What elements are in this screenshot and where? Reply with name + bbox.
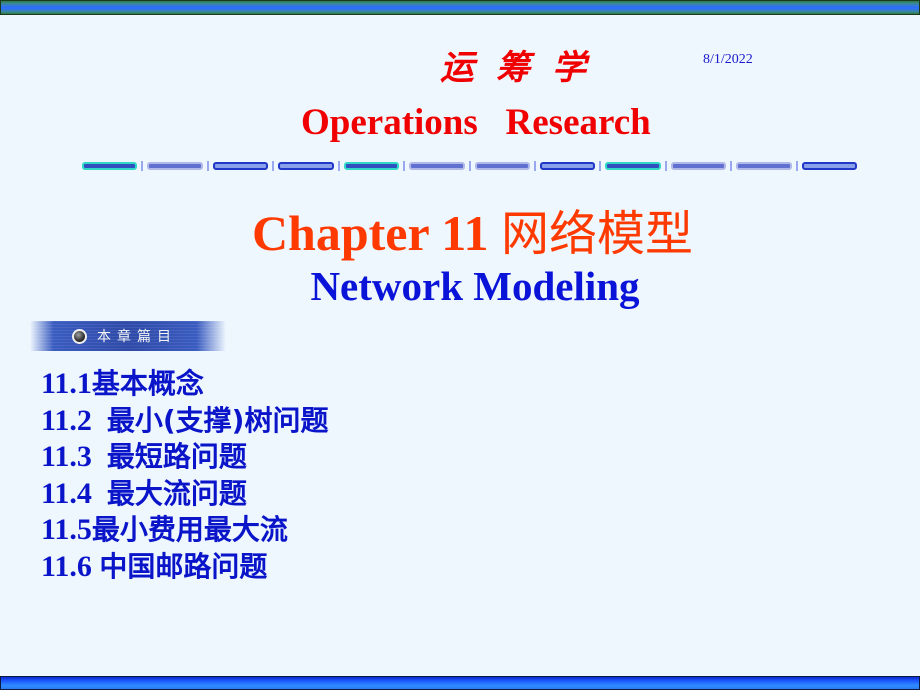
toc-item-text: 最大流问题 [106,476,247,510]
toc-item-text: 最短路问题 [106,440,247,474]
divider-separator [468,161,471,171]
divider-segment [82,162,138,170]
divider-separator [403,161,406,171]
toc-item-text: 中国邮路问题 [99,549,268,583]
decorative-divider [82,161,858,171]
toc-item-number: 11.2 [41,403,92,437]
divider-segment [212,162,269,170]
divider-separator [206,161,209,171]
divider-segment [736,162,792,170]
divider-segment [539,162,596,170]
toc-item[interactable]: 11.1基本概念 [41,366,328,403]
divider-segment [605,162,661,170]
toc-item-number: 11.6 [41,549,92,583]
toc-item-spacer [92,440,107,473]
chapter-title-cn: 网络模型 [501,206,694,262]
toc-item[interactable]: 11.5最小费用最大流 [41,512,328,549]
table-of-contents: 11.1基本概念 11.2 最小(支撑)树问题 11.3 最短路问题 11.4 … [41,366,328,586]
toc-item-number: 11.3 [41,440,92,474]
bottom-decorative-bar [0,676,920,690]
toc-item-number: 11.4 [41,476,92,510]
top-decorative-bar [0,0,920,15]
course-title-cn: 运筹学 [440,48,608,88]
divider-segment [474,162,530,170]
bullet-circle-icon [72,328,87,344]
divider-separator [533,161,536,171]
divider-separator [141,161,144,171]
divider-separator [337,161,340,171]
toc-item-text: 最小(支撑)树问题 [106,403,329,437]
slide-date: 8/1/2022 [703,52,753,67]
toc-item-text: 最小费用最大流 [91,513,288,547]
toc-banner: 本章篇目 [30,321,226,351]
toc-item-text: 基本概念 [91,367,204,400]
course-title-en: Operations Research [301,102,651,143]
toc-item-number: 11.1 [41,367,92,400]
divider-separator [272,161,275,171]
chapter-subtitle: Network Modeling [310,263,640,309]
toc-item-spacer [92,477,107,510]
toc-item[interactable]: 11.6 中国邮路问题 [41,549,328,586]
toc-item[interactable]: 11.2 最小(支撑)树问题 [41,403,328,440]
toc-item-number: 11.5 [41,513,92,547]
divider-segment [409,162,465,170]
divider-segment [801,162,858,170]
divider-separator [795,161,798,171]
toc-item[interactable]: 11.4 最大流问题 [41,476,328,513]
divider-segment [147,162,203,170]
toc-banner-label: 本章篇目 [97,329,177,345]
divider-segment [670,162,727,170]
chapter-title: Chapter 11 网络模型 [0,194,920,264]
divider-segment [343,162,400,170]
divider-separator [599,161,602,171]
divider-segment [278,162,334,170]
chapter-title-prefix: Chapter 11 [251,205,502,261]
divider-separator [664,161,667,171]
divider-separator [730,161,733,171]
toc-item[interactable]: 11.3 最短路问题 [41,439,328,476]
toc-item-spacer [92,404,107,437]
